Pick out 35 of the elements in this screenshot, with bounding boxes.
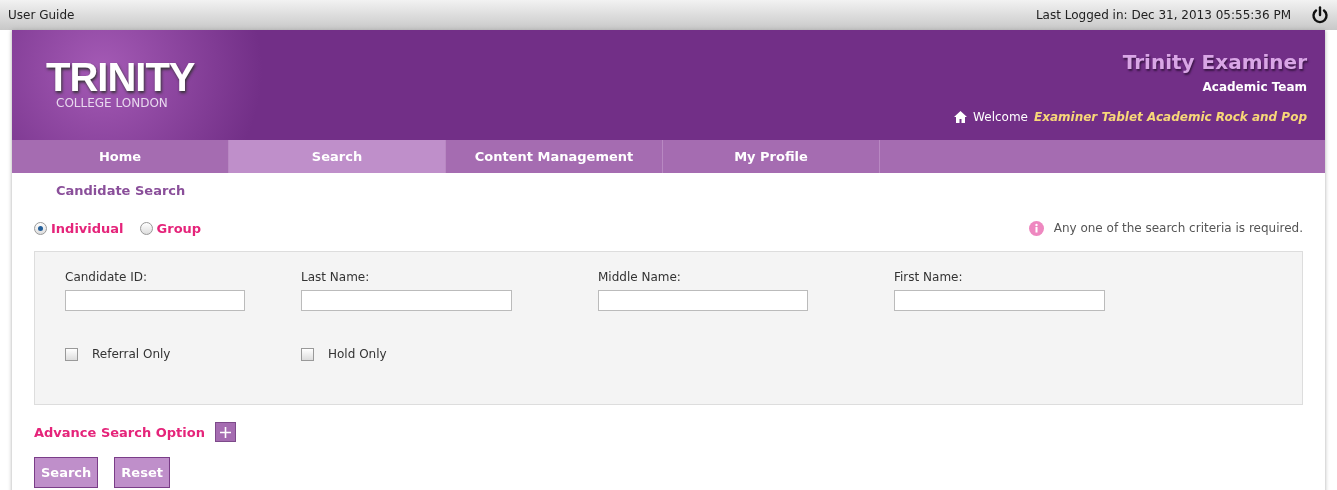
checkbox-label: Hold Only <box>328 347 387 361</box>
field-label: Middle Name: <box>598 270 682 284</box>
action-button[interactable]: Reset <box>114 457 170 488</box>
action-button[interactable]: Search <box>34 457 99 488</box>
logo-subtitle: COLLEGE LONDON <box>55 96 169 110</box>
input-field[interactable] <box>65 290 245 311</box>
field-label: First Name: <box>894 270 964 284</box>
team-name: Academic Team <box>1202 80 1307 94</box>
radio-icon[interactable] <box>139 221 153 235</box>
info-icon <box>1028 220 1044 236</box>
expand-button[interactable] <box>215 422 236 442</box>
field-label: Candidate ID: <box>65 270 148 284</box>
plus-icon <box>220 426 231 438</box>
checkbox-label: Referral Only <box>92 347 171 361</box>
input-field[interactable] <box>301 290 512 311</box>
checkbox[interactable] <box>301 347 314 361</box>
input-field[interactable] <box>598 290 808 311</box>
page-title: Candidate Search <box>55 182 187 200</box>
home-icon[interactable] <box>954 111 968 123</box>
power-icon[interactable] <box>1311 6 1329 24</box>
app-title: Trinity Examiner <box>1122 50 1307 74</box>
welcome-text: Welcome <box>973 110 1028 124</box>
checkbox[interactable] <box>65 347 78 361</box>
user-name: Examiner Tablet Academic Rock and Pop <box>1034 110 1307 124</box>
search-type-radio[interactable]: Individual <box>34 220 124 236</box>
input-field[interactable] <box>894 290 1105 311</box>
logo-title: TRINITY <box>46 58 195 96</box>
radio-icon[interactable] <box>34 221 47 235</box>
search-type-radio[interactable]: Group <box>139 220 202 236</box>
field-label: Last Name: <box>301 270 371 284</box>
user-guide-link[interactable]: User Guide <box>8 8 75 22</box>
last-logged-text: Last Logged in: Dec 31, 2013 05:55:36 PM <box>1035 8 1291 22</box>
advance-search-label: Advance Search Option <box>34 424 205 440</box>
nav-tab[interactable]: Search <box>229 140 446 173</box>
info-note: Any one of the search criteria is required. <box>1053 221 1303 235</box>
